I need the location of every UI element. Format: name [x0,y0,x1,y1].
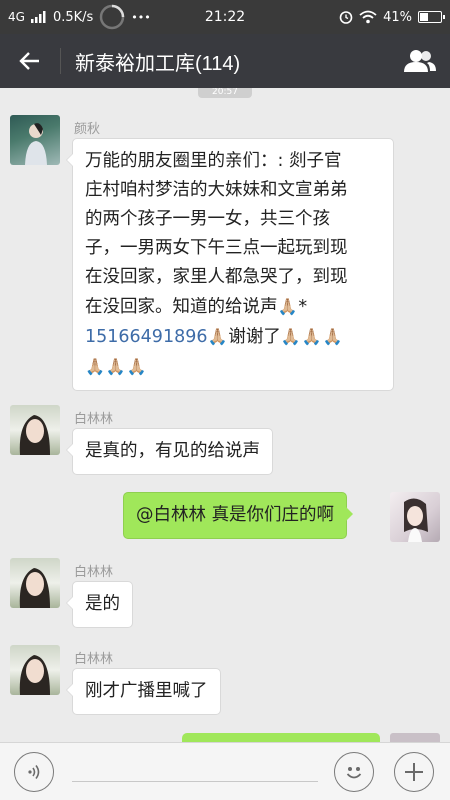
pray-emoji: 🙏🏼 [207,327,229,346]
pray-emoji: 🙏🏼 [277,297,299,316]
avatar[interactable] [10,645,60,695]
back-button[interactable] [0,34,60,88]
wifi-icon [359,10,377,24]
message-bubble-outgoing[interactable]: @白林林 真是你们庄的啊 [123,492,354,539]
message-bubble[interactable]: 是真的，有见的给说声 [66,428,273,475]
message-line: 庄村咱村梦洁的大妹妹和文宣弟弟 [85,180,348,200]
pray-emoji: 🙏🏼🙏🏼🙏🏼 [85,357,148,376]
emoji-button[interactable] [334,752,374,792]
battery-icon [418,11,445,23]
my-avatar[interactable] [390,492,440,542]
pray-emoji: 🙏🏼🙏🏼🙏🏼 [280,327,344,346]
person-photo-icon [25,123,47,165]
message-text: 在没回家。知道的给说声 [85,297,278,317]
alarm-icon [339,11,353,24]
message-bubble[interactable]: 万能的朋友圈里的亲们：: 剡子官 庄村咱村梦洁的大妹妹和文宣弟弟 的两个孩子一男… [66,138,394,391]
message-bubble[interactable]: 是的 [66,581,133,628]
title-bar: 新泰裕加工库(114) [0,34,450,88]
avatar[interactable] [10,558,60,608]
message-line: 的两个孩子一男一女，共三个孩 [85,209,330,229]
person-photo-icon [19,415,50,455]
message-text: 刚才广播里喊了 [85,681,208,701]
message-line: 在没回家，家里人都急哭了，到现 [85,267,348,287]
arrow-left-icon [19,52,39,70]
status-bar: 4G 0.5K/s ••• 21:22 41% [0,0,450,34]
message-text: @白林林 真是你们庄的啊 [136,505,335,525]
message-line: 万能的朋友圈里的亲们：: 剡子官 [85,151,342,171]
input-bar [0,742,450,800]
loading-icon [100,4,125,30]
my-avatar-partial[interactable] [390,733,440,742]
voice-button[interactable] [14,752,54,792]
message-line: 子，一男两女下午三点一起玩到现 [85,238,348,258]
person-photo-icon [404,498,428,542]
person-photo-icon [19,568,50,608]
message-bubble-outgoing-partial[interactable] [182,733,380,742]
emoji-icon [346,767,362,779]
group-members-button[interactable] [390,34,450,88]
avatar[interactable] [10,115,60,165]
chat-title: 新泰裕加工库(114) [75,52,241,75]
person-photo-icon [19,655,50,695]
message-line: 🙏🏼🙏🏼🙏🏼 [85,352,381,382]
message-input[interactable] [72,781,318,782]
message-line: 15166491896🙏🏼谢谢了🙏🏼🙏🏼🙏🏼 [85,322,381,352]
sender-name: 白林林 [74,652,114,667]
signal-icon [30,11,46,23]
more-dots: ••• [131,10,151,24]
voice-icon [28,765,40,779]
plus-button[interactable] [394,752,434,792]
sender-name: 颜秋 [74,122,101,137]
phone-link[interactable]: 15166491896 [85,327,207,347]
battery-label: 41% [383,9,412,25]
message-text: 是的 [85,594,120,614]
avatar[interactable] [10,405,60,455]
message-text: 是真的，有见的给说声 [85,441,260,461]
message-text: 谢谢了 [228,327,281,347]
message-text: * [298,297,308,317]
battery-fill [420,13,429,21]
message-line: 在没回家。知道的给说声🙏🏼* [85,292,381,322]
time-divider: 20:57 [198,88,252,98]
group-icon [404,50,436,72]
message-bubble[interactable]: 刚才广播里喊了 [66,668,221,715]
sender-name: 白林林 [74,412,114,427]
speed-label: 0.5K/s [52,9,94,25]
plus-icon [405,763,423,781]
title-divider [60,48,61,74]
sender-name: 白林林 [74,565,114,580]
network-label: 4G [8,10,25,24]
